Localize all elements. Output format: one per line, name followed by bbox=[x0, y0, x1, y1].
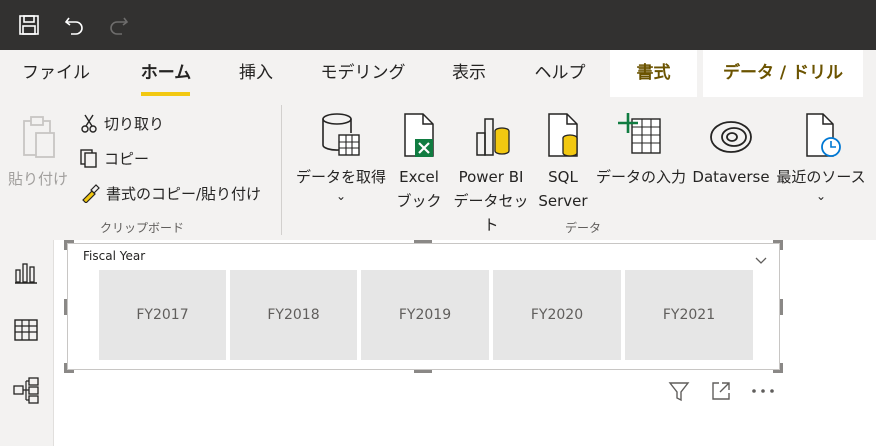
sql-label-2: Server bbox=[538, 192, 588, 210]
slicer-title: Fiscal Year bbox=[83, 249, 146, 263]
cut-button[interactable]: 切り取り bbox=[80, 111, 164, 135]
more-options-icon[interactable] bbox=[750, 380, 776, 406]
tab-home[interactable]: ホーム bbox=[135, 50, 197, 97]
get-data-label: データを取得 bbox=[295, 168, 386, 186]
chevron-down-icon[interactable] bbox=[755, 250, 767, 269]
slicer-tile[interactable]: FY2018 bbox=[230, 270, 357, 360]
filter-icon[interactable] bbox=[668, 380, 690, 406]
tab-format[interactable]: 書式 bbox=[610, 50, 697, 97]
active-tab-indicator bbox=[141, 92, 190, 96]
tab-insert[interactable]: 挿入 bbox=[225, 50, 287, 97]
database-icon bbox=[293, 105, 389, 159]
resize-handle[interactable] bbox=[414, 370, 432, 373]
excel-workbook-button[interactable]: Excel ブック bbox=[393, 105, 445, 213]
dataverse-button[interactable]: Dataverse bbox=[690, 105, 772, 189]
recent-sources-chevron-icon: ⌄ bbox=[815, 189, 827, 203]
recent-sources-label: 最近のソース bbox=[776, 168, 866, 186]
enter-data-button[interactable]: データの入力 bbox=[595, 105, 687, 189]
get-data-chevron-icon: ⌄ bbox=[335, 189, 347, 203]
copy-icon bbox=[80, 149, 97, 168]
format-painter-button[interactable]: 書式のコピー/貼り付け bbox=[80, 181, 261, 205]
redo-icon[interactable] bbox=[104, 10, 134, 40]
ribbon-home: 貼り付け 切り取り コピー 書式のコピー/貼り付け クリップボード データを取得… bbox=[0, 97, 876, 240]
resize-handle[interactable] bbox=[780, 299, 783, 315]
format-painter-icon bbox=[82, 184, 100, 203]
sql-label-1: SQL bbox=[548, 168, 578, 186]
dataverse-label: Dataverse bbox=[692, 168, 770, 186]
resize-handle[interactable] bbox=[414, 240, 432, 243]
group-separator bbox=[281, 105, 282, 235]
view-switcher-rail bbox=[0, 240, 54, 446]
sql-server-button[interactable]: SQL Server bbox=[537, 105, 589, 213]
clipboard-group-label: クリップボード bbox=[100, 221, 185, 235]
paste-button[interactable]: 貼り付け bbox=[6, 105, 70, 191]
copy-button[interactable]: コピー bbox=[80, 146, 149, 170]
recent-sources-icon bbox=[774, 105, 868, 159]
focus-mode-icon[interactable] bbox=[710, 380, 732, 406]
tab-data-drill[interactable]: データ / ドリル bbox=[703, 50, 863, 97]
paste-label: 貼り付け bbox=[7, 170, 68, 188]
data-view-icon[interactable] bbox=[12, 316, 40, 344]
data-group-label: データ bbox=[565, 221, 602, 235]
resize-handle[interactable] bbox=[780, 363, 783, 373]
slicer-tile[interactable]: FY2020 bbox=[493, 270, 621, 360]
tab-help[interactable]: ヘルプ bbox=[527, 50, 593, 97]
enter-data-icon bbox=[595, 105, 687, 159]
sql-server-icon bbox=[537, 105, 589, 159]
resize-handle[interactable] bbox=[64, 299, 67, 315]
pbi-label-1: Power BI bbox=[458, 168, 524, 186]
resize-handle[interactable] bbox=[64, 240, 67, 250]
power-bi-datasets-button[interactable]: Power BI データセット bbox=[449, 105, 533, 237]
resize-handle[interactable] bbox=[780, 240, 783, 250]
scissors-icon bbox=[81, 114, 97, 133]
excel-label-1: Excel bbox=[399, 168, 439, 186]
get-data-button[interactable]: データを取得 ⌄ bbox=[293, 105, 389, 203]
fiscal-year-slicer[interactable]: Fiscal Year FY2017 FY2018 FY2019 FY2020 … bbox=[67, 243, 780, 370]
format-painter-label: 書式のコピー/貼り付け bbox=[106, 184, 262, 203]
tab-file[interactable]: ファイル bbox=[16, 50, 96, 97]
pbi-label-2: データセット bbox=[453, 192, 529, 234]
recent-sources-button[interactable]: 最近のソース ⌄ bbox=[774, 105, 868, 203]
ribbon-tabs: ファイル ホーム 挿入 モデリング 表示 ヘルプ 書式 データ / ドリル bbox=[0, 50, 876, 97]
enter-data-label: データの入力 bbox=[595, 168, 686, 186]
slicer-tile[interactable]: FY2021 bbox=[625, 270, 753, 360]
excel-icon bbox=[393, 105, 445, 159]
dataverse-icon bbox=[690, 105, 772, 159]
slicer-tile[interactable]: FY2019 bbox=[361, 270, 489, 360]
undo-icon[interactable] bbox=[59, 10, 89, 40]
tab-modeling[interactable]: モデリング bbox=[315, 50, 411, 97]
slicer-tile[interactable]: FY2017 bbox=[99, 270, 226, 360]
paste-icon bbox=[6, 105, 70, 159]
save-icon[interactable] bbox=[14, 10, 44, 40]
model-view-icon[interactable] bbox=[12, 376, 40, 404]
tab-view[interactable]: 表示 bbox=[438, 50, 500, 97]
cut-label: 切り取り bbox=[104, 114, 165, 133]
excel-label-2: ブック bbox=[396, 192, 442, 210]
title-bar bbox=[0, 0, 876, 50]
resize-handle[interactable] bbox=[64, 363, 67, 373]
report-view-icon[interactable] bbox=[12, 258, 40, 286]
copy-label: コピー bbox=[104, 149, 150, 168]
dataset-icon bbox=[449, 105, 533, 159]
